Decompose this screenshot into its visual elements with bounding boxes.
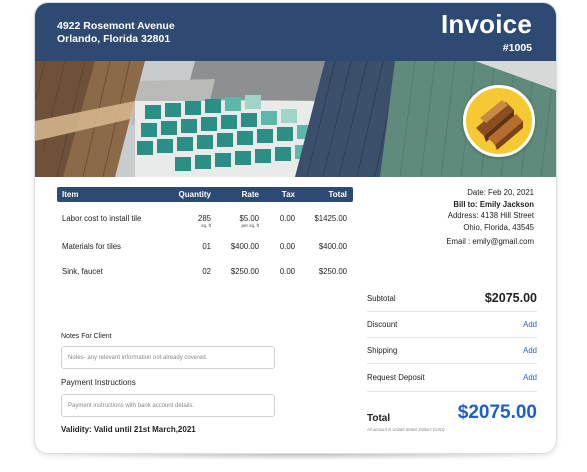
row-total: $1425.00 (314, 214, 347, 223)
bill-to-name: Emily Jackson (479, 199, 534, 209)
notes-client-label: Notes For Client (61, 333, 112, 340)
notes-section: Notes For Client Notes- any relevant inf… (61, 333, 275, 434)
table-row[interactable]: Materials for tiles 01 $400.00 0.00 $400… (57, 242, 353, 251)
row-tax: 0.00 (279, 214, 295, 223)
total-row: Total $2075.00 (367, 392, 537, 424)
row-rate: $400.00 (230, 242, 259, 251)
row-rate-value: $5.00 (239, 214, 259, 223)
row-rate: $250.00 (230, 267, 259, 276)
payment-instructions-label: Payment Instructions (61, 378, 136, 387)
row-total: $250.00 (318, 267, 347, 276)
row-rate: $5.00 per sq. ft (211, 214, 259, 228)
row-quantity-value: 285 (197, 214, 211, 223)
bill-to-block: Date: Feb 20, 2021 Bill to: Emily Jackso… (446, 187, 534, 248)
payment-instructions-field[interactable]: Payment instructions with bank account d… (61, 394, 275, 417)
deposit-label: Request Deposit (367, 373, 425, 382)
subtotal-row: Subtotal $2075.00 (367, 285, 537, 312)
table-row[interactable]: Sink, faucet 02 $250.00 0.00 $250.00 (57, 267, 353, 276)
subtotal-label: Subtotal (367, 293, 396, 303)
bill-to-address-line2: Ohio, Florida, 43545 (463, 222, 534, 232)
row-item: Sink, faucet (62, 267, 103, 276)
row-rate-unit: per sq. ft (241, 223, 259, 228)
company-address-line1: 4922 Rosemont Avenue (57, 20, 175, 32)
discount-row: Discount Add (367, 312, 537, 338)
row-quantity: 285 sq. ft (161, 214, 211, 228)
bill-to-label: Bill to: (453, 199, 478, 209)
company-address-line2: Orlando, Florida 32801 (57, 33, 171, 45)
row-quantity: 01 (202, 242, 211, 251)
add-shipping-link[interactable]: Add (523, 346, 537, 355)
column-header-total: Total (328, 190, 347, 199)
row-item: Labor cost to install tile (62, 214, 142, 223)
column-header-item: Item (62, 190, 79, 199)
column-header-rate: Rate (241, 190, 259, 199)
column-header-tax: Tax (281, 190, 295, 199)
row-tax: 0.00 (279, 267, 295, 276)
discount-label: Discount (367, 320, 398, 329)
invoice-title: Invoice (441, 9, 532, 39)
table-header: Item Quantity Rate Tax Total (57, 187, 353, 202)
invoice-number: #1005 (502, 42, 532, 54)
company-address: 4922 Rosemont Avenue Orlando, Florida 32… (57, 20, 175, 46)
row-item: Materials for tiles (62, 242, 121, 251)
wood-planks-icon (463, 85, 535, 157)
bill-to-address-line1: Address: 4138 Hill Street (447, 211, 534, 220)
total-label: Total (367, 413, 391, 424)
invoice-sheet: 4922 Rosemont Avenue Orlando, Florida 32… (34, 2, 557, 454)
total-value: $2075.00 (457, 402, 537, 423)
bill-to-email: Email : emily@gmail.com (446, 237, 534, 246)
row-quantity-unit: sq. ft (201, 223, 211, 228)
row-tax: 0.00 (279, 242, 295, 251)
column-header-quantity: Quantity (178, 190, 211, 199)
validity-text: Validity: Valid until 21st March,2021 (61, 425, 196, 434)
subtotal-value: $2075.00 (484, 291, 537, 305)
totals-summary: Subtotal $2075.00 Discount Add Shipping … (367, 285, 537, 432)
row-total: $400.00 (318, 242, 347, 251)
table-row[interactable]: Labor cost to install tile 285 sq. ft $5… (57, 214, 353, 228)
shipping-label: Shipping (367, 346, 398, 355)
currency-note: All amount in United States Dollars (USD… (367, 427, 445, 432)
row-quantity: 02 (202, 267, 211, 276)
invoice-header: 4922 Rosemont Avenue Orlando, Florida 32… (35, 3, 556, 61)
shipping-row: Shipping Add (367, 338, 537, 364)
bill-to-line: Bill to: Emily Jackson (446, 199, 534, 211)
add-discount-link[interactable]: Add (523, 320, 537, 329)
line-items-table: Item Quantity Rate Tax Total Labor cost … (57, 187, 353, 276)
invoice-date: Date: Feb 20, 2021 (467, 188, 534, 197)
deposit-row: Request Deposit Add (367, 364, 537, 392)
add-deposit-link[interactable]: Add (523, 373, 537, 382)
notes-client-field[interactable]: Notes- any relevant information not alre… (61, 346, 275, 369)
